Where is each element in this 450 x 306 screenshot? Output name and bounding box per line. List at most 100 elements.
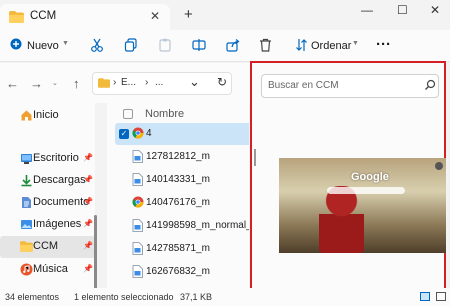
pin-icon: 📌 (83, 219, 93, 228)
file-name: 142785871_m (146, 243, 210, 254)
address-field[interactable]: › E... › ... ⌄ ↻ (92, 72, 232, 95)
pictures-icon (21, 220, 32, 229)
preview-image: Google (279, 158, 446, 253)
chrome-icon (132, 127, 144, 139)
sidebar-item-musica[interactable]: Música 📌 (0, 259, 95, 281)
table-row[interactable]: ✓ 4 (115, 123, 249, 145)
file-name: 140476176_m (146, 197, 210, 208)
sidebar-item-label: Imágenes (33, 218, 82, 230)
delete-icon[interactable] (259, 38, 272, 52)
google-search-box (327, 187, 405, 194)
sidebar-item-descargas[interactable]: Descargas 📌 (0, 170, 95, 192)
select-all-checkbox[interactable] (123, 109, 133, 119)
home-icon (21, 110, 32, 121)
column-header-name[interactable]: Nombre (145, 108, 184, 120)
sidebar-item-escritorio[interactable]: Escritorio 📌 (0, 148, 95, 170)
pin-icon: 📌 (83, 175, 93, 184)
paste-icon[interactable] (158, 38, 172, 52)
title-bar: CCM ✕ + — ☐ ✕ (0, 0, 450, 30)
image-file-icon (132, 173, 143, 186)
table-row[interactable]: 140476176_m (115, 192, 249, 214)
sidebar-item-label: CCM (33, 240, 59, 252)
file-list: Nombre ✓ 4 127812812_m 140143331_m 14047… (107, 103, 249, 288)
pin-icon: 📌 (83, 264, 93, 273)
command-bar: Nuevo ▼ Ordenar ▼ ··· (0, 30, 450, 62)
refresh-icon[interactable]: ↻ (217, 75, 227, 89)
new-button[interactable]: Nuevo (27, 40, 59, 52)
image-file-icon (132, 242, 143, 255)
sidebar-item-label: Descargas (33, 174, 86, 186)
download-icon (21, 175, 32, 187)
pin-icon: 📌 (83, 197, 93, 206)
folder-icon (9, 11, 24, 23)
tab-ccm[interactable]: CCM ✕ (0, 4, 170, 30)
minimize-button[interactable]: — (361, 3, 373, 17)
chevron-down-icon[interactable]: ▼ (352, 40, 359, 47)
column-header: Nombre (107, 103, 249, 125)
sidebar-item-inicio[interactable]: Inicio (0, 105, 95, 127)
table-row[interactable]: 162676832_m (115, 261, 249, 283)
details-view-icon[interactable] (420, 292, 430, 301)
navigation-pane: Inicio Escritorio 📌 Descargas 📌 Document… (0, 103, 97, 306)
path-separator: › (145, 77, 149, 88)
status-bar: 34 elementos 1 elemento seleccionado 37,… (0, 288, 450, 306)
navigation-bar: ← → ⌄ ↑ › E... › ... ⌄ ↻ (0, 63, 250, 103)
close-tab-icon[interactable]: ✕ (150, 9, 160, 23)
cut-icon[interactable] (90, 38, 104, 52)
table-row[interactable]: 141998598_m_normal_r (115, 215, 249, 237)
row-checkbox[interactable]: ✓ (119, 129, 129, 139)
chevron-down-icon[interactable]: ⌄ (52, 79, 58, 87)
table-row[interactable]: 142785871_m (115, 238, 249, 260)
table-row[interactable]: 127812812_m (115, 146, 249, 168)
music-icon (20, 263, 33, 276)
sidebar-item-label: Música (33, 263, 68, 275)
path-separator: › (113, 77, 117, 88)
copy-icon[interactable] (124, 38, 138, 52)
file-name: 140143331_m (146, 174, 210, 185)
search-icon[interactable] (424, 79, 436, 91)
path-segment[interactable]: ... (155, 77, 163, 88)
google-logo: Google (351, 171, 389, 183)
new-plus-icon[interactable] (10, 38, 22, 50)
new-tab-button[interactable]: + (184, 6, 193, 23)
avatar (435, 162, 443, 170)
search-placeholder: Buscar en CCM (268, 80, 339, 91)
more-options-button[interactable]: ··· (376, 36, 391, 53)
sort-button[interactable]: Ordenar (311, 40, 351, 52)
pin-icon: 📌 (83, 153, 93, 162)
chrome-icon (132, 196, 144, 208)
folder-icon (20, 241, 33, 252)
sidebar-item-imagenes[interactable]: Imágenes 📌 (0, 214, 95, 236)
sidebar-item-documentos[interactable]: Documento 📌 (0, 192, 95, 214)
tab-title: CCM (30, 10, 57, 22)
selection-status: 1 elemento seleccionado (74, 292, 174, 302)
image-file-icon (132, 265, 143, 278)
image-file-icon (132, 150, 143, 163)
maximize-button[interactable]: ☐ (397, 3, 408, 17)
file-name: 4 (146, 128, 152, 139)
file-name: 127812812_m (146, 151, 210, 162)
chevron-down-icon[interactable]: ▼ (62, 40, 69, 47)
share-icon[interactable] (226, 38, 240, 52)
sidebar-item-label: Escritorio (33, 152, 79, 164)
sort-icon[interactable] (295, 38, 308, 52)
path-segment[interactable]: E... (121, 77, 136, 88)
sidebar-item-ccm[interactable]: CCM 📌 (0, 236, 95, 258)
table-row[interactable]: 140143331_m (115, 169, 249, 191)
list-scrollbar[interactable] (254, 149, 256, 166)
sidebar-item-label: Inicio (33, 109, 59, 121)
address-dropdown-icon[interactable]: ⌄ (189, 74, 200, 90)
back-button[interactable]: ← (6, 76, 19, 91)
tiles-view-icon[interactable] (436, 292, 446, 301)
up-button[interactable]: ↑ (73, 76, 80, 91)
spiderman-figure (319, 186, 364, 253)
close-window-button[interactable]: ✕ (430, 3, 440, 17)
search-input[interactable]: Buscar en CCM (261, 74, 439, 98)
forward-button[interactable]: → (30, 76, 43, 91)
desktop-icon (21, 154, 32, 164)
preview-pane: Buscar en CCM Google (250, 61, 446, 302)
image-file-icon (132, 219, 143, 232)
rename-icon[interactable] (192, 38, 206, 52)
folder-icon (98, 78, 110, 88)
sidebar-item-label: Documento (33, 196, 90, 208)
